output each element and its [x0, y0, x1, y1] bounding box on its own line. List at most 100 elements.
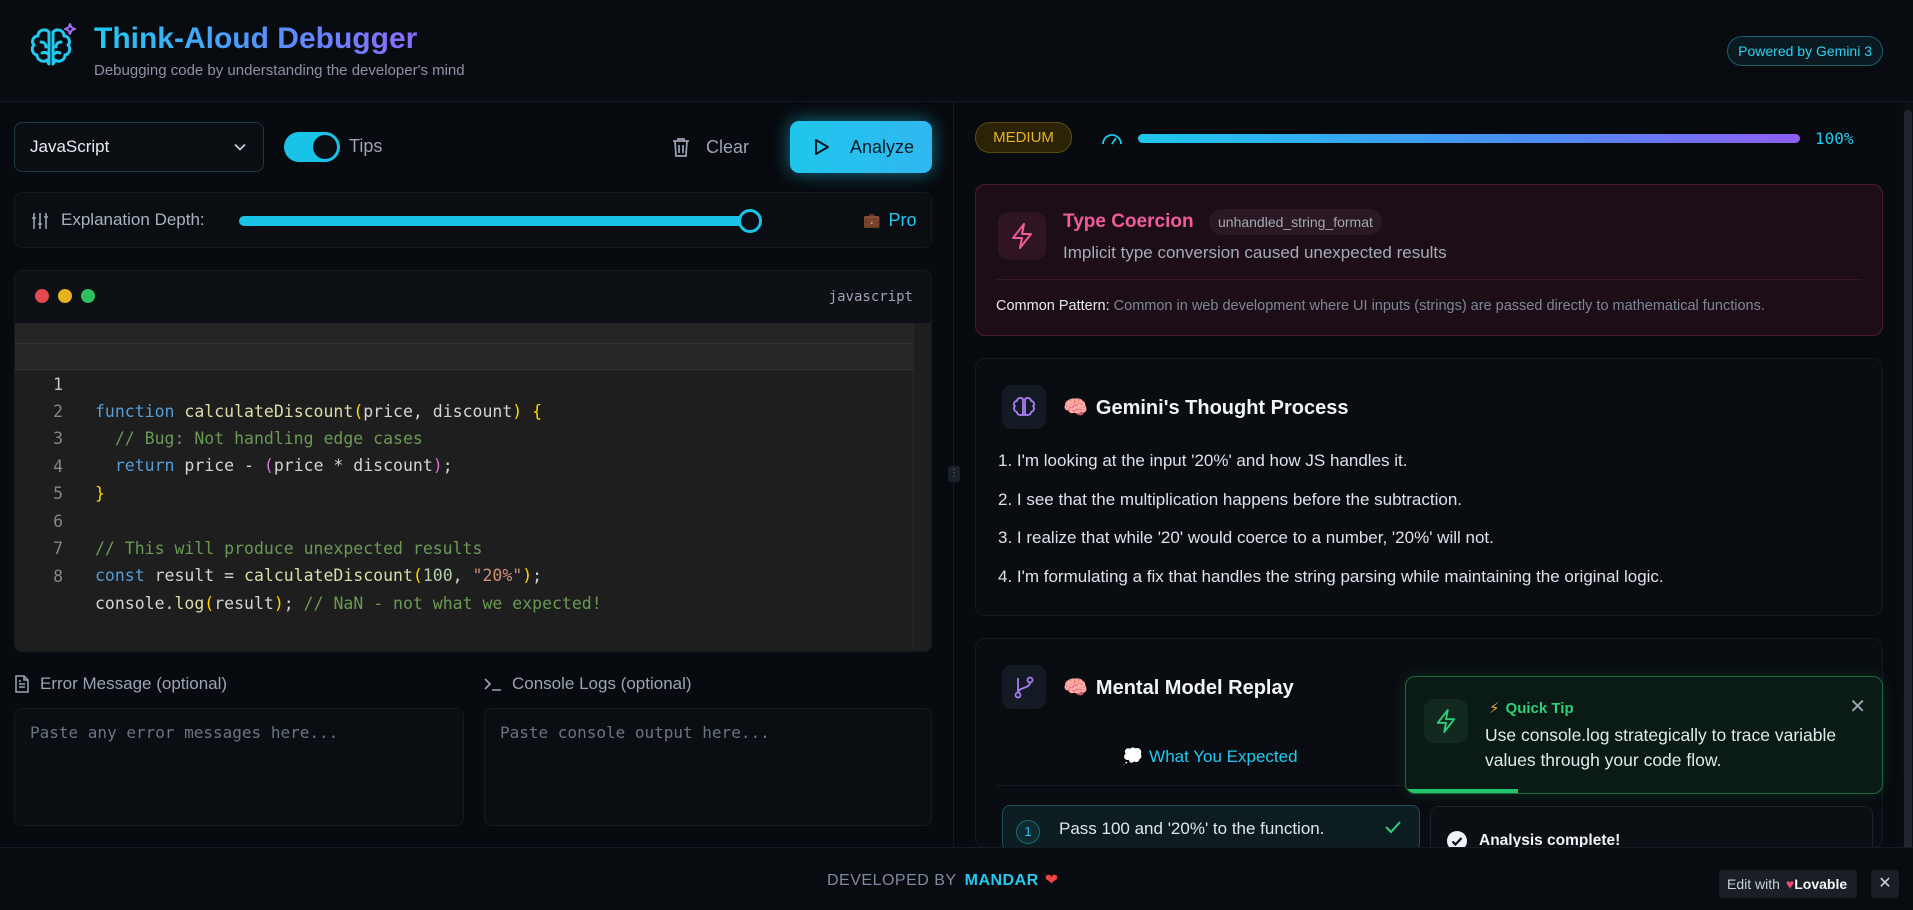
language-select-value: JavaScript [30, 137, 110, 156]
code-line: 1 function calculateDiscount(price, disc… [15, 343, 915, 421]
bug-code-tag: unhandled_string_format [1209, 209, 1382, 235]
code-line: 8 console.log(result); // NaN - not what… [15, 536, 915, 613]
explanation-depth-control: Explanation Depth: 💼 Pro [14, 192, 932, 248]
progress-fill [1138, 134, 1800, 143]
brain-emoji-icon: 🧠 [1063, 397, 1088, 419]
code-line: 6 // This will produce unexpected result… [15, 481, 915, 558]
analyze-button[interactable]: Analyze [790, 121, 932, 173]
code-line: 7 const result = calculateDiscount(100, … [15, 508, 915, 585]
thought-step: 1. I'm looking at the input '20%' and ho… [998, 451, 1408, 470]
severity-badge: MEDIUM [975, 122, 1072, 153]
brain-logo-icon [24, 20, 80, 76]
depth-slider-thumb[interactable] [738, 209, 762, 233]
depth-label: Explanation Depth: [61, 210, 205, 229]
bug-pattern: Common Pattern: Common in web developmen… [996, 298, 1765, 314]
terminal-icon [484, 678, 501, 691]
bug-description: Implicit type conversion caused unexpect… [1063, 243, 1447, 262]
heart-icon: ❤ [1044, 872, 1059, 889]
play-icon [815, 139, 829, 155]
step-number: 1 [1016, 820, 1040, 844]
lightning-icon [1424, 699, 1468, 743]
tip-timer-bar [1406, 789, 1518, 793]
developed-by-text: DEVELOPED BY [827, 872, 957, 889]
scrollbar-thumb[interactable] [1904, 110, 1912, 910]
editor-top-strip [15, 323, 931, 343]
expected-step: 1 Pass 100 and '20%' to the function. [1002, 805, 1420, 851]
close-icon[interactable]: ✕ [1871, 870, 1899, 898]
analyze-label: Analyze [850, 136, 915, 157]
divider [996, 279, 1862, 280]
code-editor[interactable]: javascript 1 function calculateDiscount(… [14, 270, 932, 652]
edit-with-lovable-badge[interactable]: Edit with ♥Lovable [1719, 870, 1858, 898]
console-logs-label: Console Logs (optional) [484, 674, 692, 694]
thought-process-title: 🧠 Gemini's Thought Process [1063, 395, 1348, 420]
app-title: Think-Aloud Debugger [94, 22, 418, 55]
bug-title: Type Coercion [1063, 211, 1194, 232]
what-you-expected-tab[interactable]: 💭 What You Expected [1122, 747, 1298, 767]
error-message-input[interactable]: Paste any error messages here... [14, 708, 464, 826]
close-icon[interactable]: ✕ [1849, 694, 1866, 719]
gauge-icon [1102, 134, 1122, 145]
app-subtitle: Debugging code by understanding the deve… [94, 62, 465, 79]
code-line: 3 return price - (price * discount); [15, 398, 915, 475]
check-icon [1385, 821, 1401, 834]
thought-step: 4. I'm formulating a fix that handles th… [998, 566, 1664, 586]
error-message-label: Error Message (optional) [14, 674, 227, 694]
depth-level: 💼 Pro [863, 210, 916, 231]
thought-process-card: 🧠 Gemini's Thought Process 1. I'm looking… [975, 358, 1883, 616]
thought-steps: 1. I'm looking at the input '20%' and ho… [998, 451, 1664, 605]
briefcase-icon: 💼 [863, 212, 881, 228]
thought-title-text: Gemini's Thought Process [1095, 397, 1349, 419]
resize-handle-icon[interactable]: ⋮ [948, 466, 960, 482]
window-close-dot [35, 289, 49, 303]
code-area[interactable]: 1 function calculateDiscount(price, disc… [15, 323, 931, 651]
thought-step: 3. I realize that while '20' would coerc… [998, 528, 1494, 547]
brain-emoji-icon: 🧠 [1063, 677, 1088, 699]
tip-label-text: Quick Tip [1505, 700, 1574, 717]
pattern-label: Common Pattern: [996, 298, 1110, 314]
code-line: 5 [15, 453, 915, 503]
git-branch-icon [1002, 665, 1046, 709]
error-label-text: Error Message (optional) [40, 674, 228, 693]
expected-label: What You Expected [1149, 747, 1298, 766]
quick-tip-label: ⚡ Quick Tip [1489, 699, 1574, 717]
editor-scrollbar[interactable] [913, 323, 931, 651]
mental-title-text: Mental Model Replay [1095, 677, 1294, 699]
code-line: 4 } [15, 426, 915, 503]
brain-icon [1002, 385, 1046, 429]
toggle-knob [313, 135, 337, 159]
thought-step: 2. I see that the multiplication happens… [998, 489, 1463, 509]
step-text: Pass 100 and '20%' to the function. [1059, 819, 1325, 838]
analysis-progress-bar [1138, 134, 1800, 143]
app-header: Think-Aloud Debugger Debugging code by u… [0, 0, 1913, 102]
tips-label: Tips [349, 136, 383, 156]
window-minimize-dot [58, 289, 72, 303]
language-select[interactable]: JavaScript [14, 122, 264, 172]
editor-titlebar: javascript [15, 271, 931, 323]
line-number: 8 [53, 567, 63, 586]
code-text: const result = calculateDiscount(100, "2… [95, 566, 543, 585]
code-text: console.log(result); // NaN - not what w… [95, 594, 602, 613]
quick-tip-popup: ⚡ Quick Tip Use console.log strategically… [1405, 676, 1883, 794]
console-label-text: Console Logs (optional) [512, 674, 692, 693]
editor-language-tag: javascript [828, 289, 913, 305]
edit-with-text: Edit with [1727, 876, 1780, 892]
code-line: 2 // Bug: Not handling edge cases [15, 371, 915, 448]
sliders-icon [32, 213, 48, 229]
right-panel-scrollbar[interactable] [1903, 102, 1913, 910]
lovable-text: Lovable [1794, 876, 1848, 892]
powered-by-badge: Powered by Gemini 3 [1727, 36, 1883, 66]
chevron-down-icon [234, 143, 246, 151]
developer-name[interactable]: MANDAR [965, 872, 1039, 889]
clear-button[interactable]: Clear [672, 132, 749, 162]
quick-tip-text: Use console.log strategically to trace v… [1485, 725, 1837, 770]
console-logs-input[interactable]: Paste console output here... [484, 708, 932, 826]
depth-slider-track[interactable] [239, 216, 753, 226]
footer-credit: DEVELOPED BY MANDAR ❤ [827, 870, 1059, 890]
trash-icon [673, 138, 689, 157]
thought-bubble-icon: 💭 [1122, 747, 1144, 766]
lovable-heart-icon: ♥ [1785, 876, 1795, 892]
mental-model-title: 🧠 Mental Model Replay [1063, 675, 1294, 700]
tips-toggle[interactable] [284, 132, 340, 162]
window-maximize-dot [81, 289, 95, 303]
